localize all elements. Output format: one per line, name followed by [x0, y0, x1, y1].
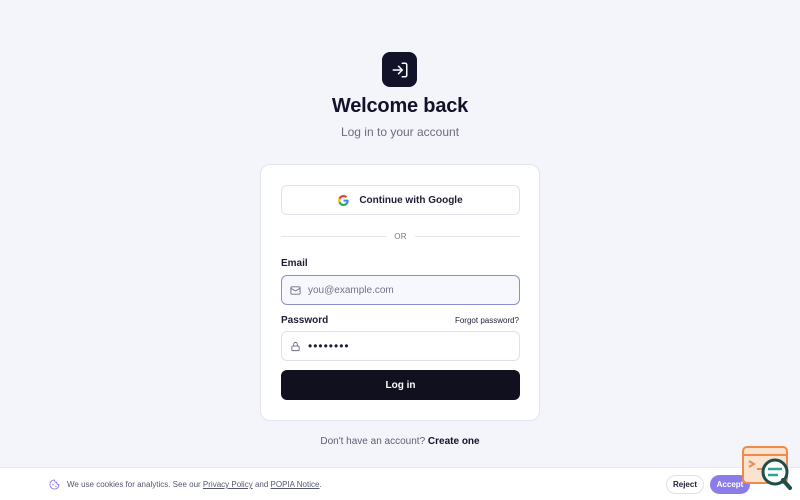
cookie-text-start: We use cookies for analytics. See our	[67, 480, 203, 489]
cookie-text-end: .	[319, 480, 322, 489]
continue-with-google-button[interactable]: Continue with Google	[281, 185, 520, 215]
or-divider: OR	[281, 230, 521, 242]
divider-text: OR	[394, 231, 407, 241]
password-input[interactable]	[308, 336, 508, 356]
cookie-text-and: and	[252, 480, 271, 489]
signup-prompt: Don't have an account? Create one	[0, 436, 800, 447]
chat-search-widget-icon[interactable]	[741, 445, 793, 491]
forgot-password-link[interactable]: Forgot password?	[455, 316, 519, 325]
page-title: Welcome back	[331, 95, 469, 117]
login-arrow-icon	[382, 52, 417, 87]
page-subtitle: Log in to your account	[340, 125, 460, 139]
create-account-link[interactable]: Create one	[428, 436, 480, 447]
email-field-wrapper[interactable]	[281, 275, 520, 305]
reject-cookies-button[interactable]: Reject	[666, 475, 704, 494]
password-field-wrapper[interactable]	[281, 331, 520, 361]
email-input[interactable]	[308, 280, 508, 300]
login-page: Welcome back Log in to your account Cont…	[0, 0, 800, 500]
divider-line	[281, 235, 387, 237]
cookie-text: We use cookies for analytics. See our Pr…	[67, 480, 322, 489]
google-button-label: Continue with Google	[359, 194, 463, 206]
privacy-policy-link[interactable]: Privacy Policy	[203, 480, 253, 489]
cookie-banner: We use cookies for analytics. See our Pr…	[0, 467, 800, 500]
divider-line	[414, 235, 521, 237]
lock-icon	[291, 341, 300, 351]
google-icon	[338, 194, 349, 206]
signup-text: Don't have an account?	[320, 436, 426, 447]
cookie-icon	[49, 479, 60, 490]
login-button[interactable]: Log in	[281, 370, 520, 400]
login-card: Continue with Google OR Email Password F…	[260, 164, 540, 421]
password-label: Password	[281, 315, 329, 326]
email-label: Email	[281, 258, 308, 269]
mail-icon	[290, 285, 301, 295]
popia-notice-link[interactable]: POPIA Notice	[271, 480, 320, 489]
